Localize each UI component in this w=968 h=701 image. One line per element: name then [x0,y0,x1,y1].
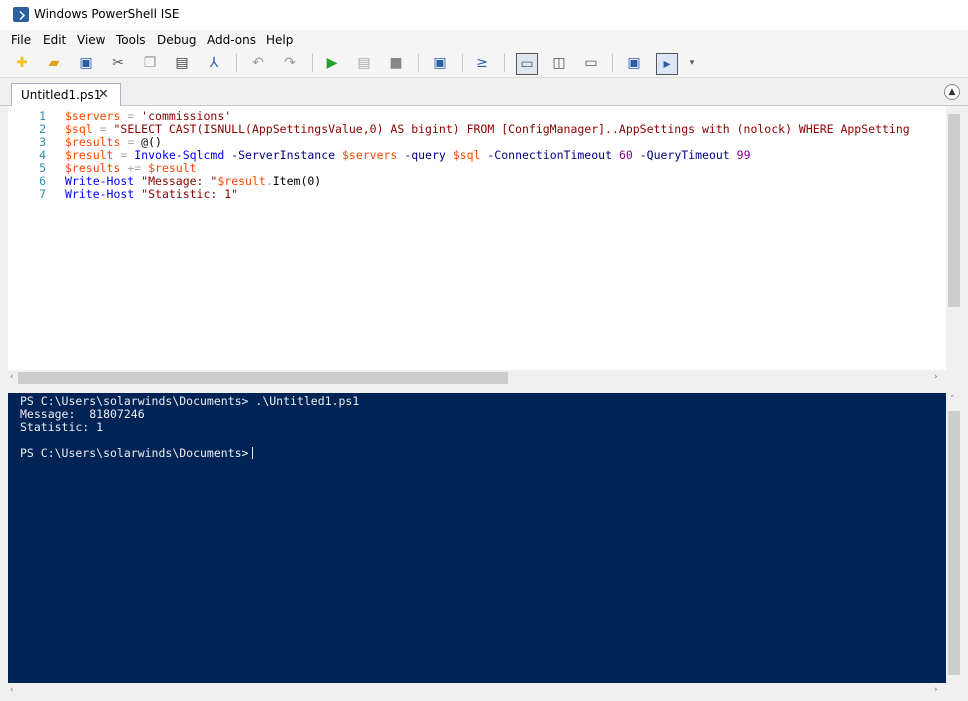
editor-vertical-scrollbar[interactable] [946,106,962,370]
script-pane-max-icon[interactable]: ▭ [581,53,601,73]
menu-file[interactable]: File [11,33,31,47]
script-editor[interactable]: 1 $servers = 'commissions' 2 $sql = "SELECT… [8,106,946,370]
separator [236,54,237,72]
clear-icon[interactable]: ⅄ [204,53,224,73]
scroll-left-icon[interactable]: ‹ [10,372,14,382]
script-tab-row: Untitled1.ps1 ✕ ▲ [0,78,968,106]
toolbar: ✚ ▰ ▣ ✂ ❐ ▤ ⅄ ↶ ↷ ▶ ▤ ■ ▣ ≥ ▭ ◫ ▭ ▣ ▸ ▾ [0,50,968,78]
code-token: Item [272,174,301,188]
code-token: $servers [65,109,121,123]
tab-label: Untitled1.ps1 [21,88,102,102]
code-token: . [265,174,273,188]
scroll-right-icon[interactable]: › [934,685,938,695]
command-addon-icon[interactable]: ▸ [656,53,678,75]
script-pane-top-icon[interactable]: ▭ [516,53,538,75]
code-token: 99 [736,148,751,162]
console-horizontal-scrollbar[interactable]: ‹ › [8,683,946,699]
code-token: "SELECT CAST(ISNULL(AppSettingsValue,0) … [113,122,910,136]
code-token: 'commissions' [141,109,232,123]
code-token: (0) [300,174,322,188]
code-token: Invoke-Sqlcmd [134,148,225,162]
code-token: 60 [618,148,633,162]
code-token: $results [65,161,121,175]
menu-help[interactable]: Help [266,33,293,47]
separator [504,54,505,72]
code-token: -ConnectionTimeout [480,148,619,162]
separator [462,54,463,72]
code-token: $servers [341,148,398,162]
title-bar: Windows PowerShell ISE [0,0,968,30]
cut-icon[interactable]: ✂ [108,53,128,73]
code-token: = [120,109,142,123]
code-token: = [92,122,114,136]
show-commands-icon[interactable]: ▣ [624,53,644,73]
code-token: "Message: " [134,174,218,188]
save-icon[interactable]: ▣ [76,53,96,73]
code-text: $sql = "SELECT CAST(ISNULL(AppSettingsVa… [65,123,910,136]
collapse-script-pane-icon[interactable]: ▲ [944,84,960,100]
menu-view[interactable]: View [77,33,105,47]
script-pane-right-icon[interactable]: ◫ [549,53,569,73]
scrollbar-thumb[interactable] [18,372,508,384]
tab-untitled1[interactable]: Untitled1.ps1 ✕ [11,83,121,106]
code-token: Write-Host [65,187,135,201]
code-token: -query [397,148,453,162]
window-title: Windows PowerShell ISE [34,7,180,21]
separator [312,54,313,72]
code-token: = [113,148,135,162]
code-token: = [120,135,142,149]
console-vertical-scrollbar[interactable]: ˄ [946,393,962,683]
code-token: += [120,161,149,175]
code-token: $result [148,161,197,175]
code-token: -ServerInstance [224,148,342,162]
console-line: Statistic: 1 [20,420,104,434]
code-token: $result [217,174,266,188]
code-token: "Statistic: 1" [134,187,239,201]
scroll-right-icon[interactable]: › [934,372,938,382]
paste-icon[interactable]: ▤ [172,53,192,73]
new-file-icon[interactable]: ✚ [12,53,32,73]
run-icon[interactable]: ▶ [322,53,342,73]
console-pane[interactable]: PS C:\Users\solarwinds\Documents> .\Unti… [8,393,946,683]
separator [418,54,419,72]
open-folder-icon[interactable]: ▰ [44,53,64,73]
menu-debug[interactable]: Debug [157,33,196,47]
text-cursor [252,447,254,459]
powershell-app-icon [13,7,29,22]
line-number: 7 [39,187,46,201]
scroll-left-icon[interactable]: ‹ [10,685,14,695]
code-token: $result [65,148,114,162]
menu-addons[interactable]: Add-ons [207,33,256,47]
stop-icon[interactable]: ■ [386,53,406,73]
editor-horizontal-scrollbar[interactable]: ‹ › [8,370,946,386]
menu-bar: File Edit View Tools Debug Add-ons Help [0,30,968,50]
code-token: Write-Host [65,174,135,188]
separator [612,54,613,72]
powershell-icon[interactable]: ≥ [472,53,492,73]
close-icon[interactable]: ✕ [98,84,109,106]
code-text: Write-Host "Statistic: 1" [65,188,238,201]
code-token: -QueryTimeout [632,148,737,162]
menu-edit[interactable]: Edit [43,33,66,47]
copy-icon[interactable]: ❐ [140,53,160,73]
remote-icon[interactable]: ▣ [430,53,450,73]
scrollbar-thumb[interactable] [948,411,960,675]
toolbar-overflow-icon[interactable]: ▾ [682,53,702,73]
code-token: $results [65,135,121,149]
code-token: @() [141,135,162,149]
run-selection-icon[interactable]: ▤ [354,53,374,73]
scroll-up-icon[interactable]: ˄ [950,395,955,405]
redo-icon[interactable]: ↷ [280,53,300,73]
code-token: $sql [65,122,93,136]
console-line: PS C:\Users\solarwinds\Documents> [20,447,254,460]
scrollbar-thumb[interactable] [948,114,960,307]
menu-tools[interactable]: Tools [116,33,146,47]
undo-icon[interactable]: ↶ [248,53,268,73]
code-token: $sql [452,148,481,162]
